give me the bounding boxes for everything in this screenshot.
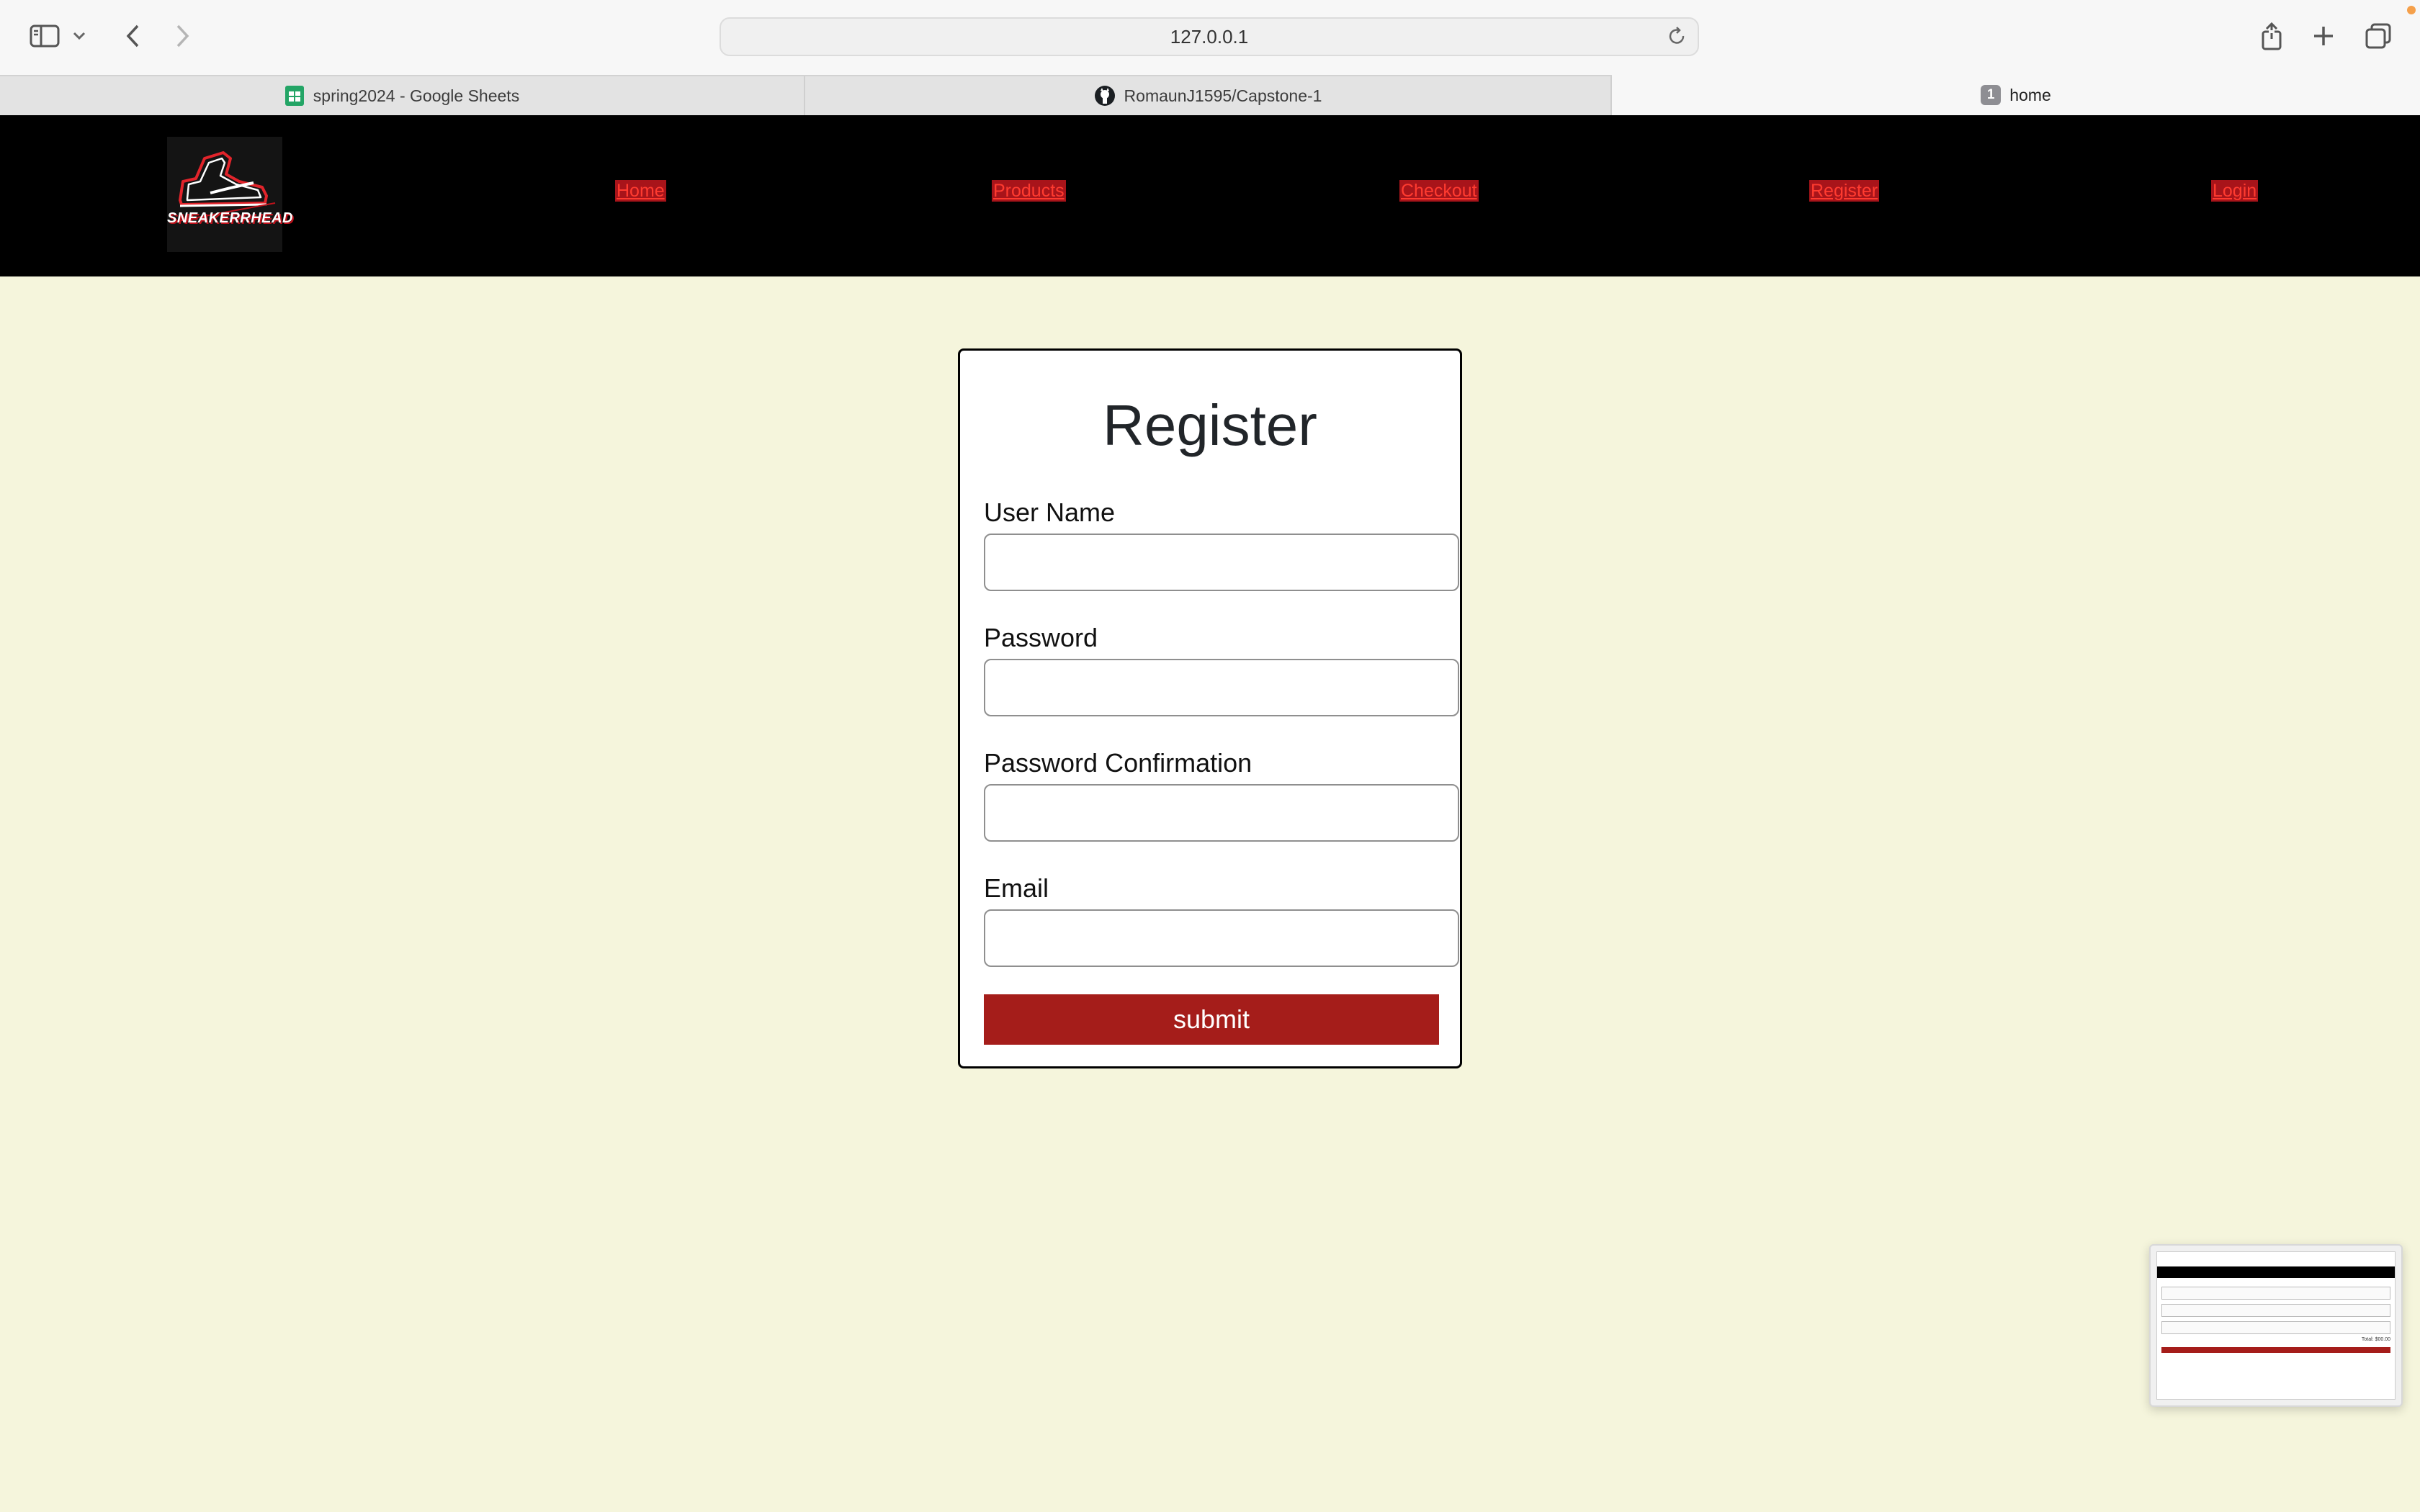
thumbnail-button	[2161, 1347, 2390, 1353]
thumbnail-navbar	[2157, 1266, 2395, 1278]
username-input[interactable]	[984, 534, 1459, 591]
window-thumbnail-preview[interactable]: Total: $00.00	[2149, 1244, 2403, 1407]
tab-label: home	[2009, 85, 2051, 104]
tab-github[interactable]: RomaunJ1595/Capstone-1	[805, 76, 1612, 115]
tab-bar: spring2024 - Google Sheets RomaunJ1595/C…	[0, 75, 2420, 115]
google-sheets-icon	[284, 85, 305, 107]
password-label: Password	[984, 623, 1098, 652]
nav-home-link[interactable]: Home	[615, 180, 666, 202]
site-navbar: SNEAKERRHEAD Home Products Checkout Regi…	[0, 115, 2420, 276]
new-tab-icon[interactable]	[2309, 22, 2338, 50]
sneaker-icon	[167, 137, 282, 252]
url-text: 127.0.0.1	[1170, 25, 1249, 48]
thumbnail-row	[2161, 1287, 2390, 1300]
address-bar[interactable]: 127.0.0.1	[720, 17, 1699, 56]
nav-login-link[interactable]: Login	[2211, 180, 2259, 202]
nav-checkout-link[interactable]: Checkout	[1399, 180, 1479, 202]
email-input[interactable]	[984, 909, 1459, 967]
tab-label: RomaunJ1595/Capstone-1	[1124, 86, 1322, 105]
thumbnail-row	[2161, 1304, 2390, 1317]
thumbnail-row	[2161, 1321, 2390, 1334]
forward-icon[interactable]	[170, 22, 196, 50]
chevron-down-icon[interactable]	[71, 27, 88, 45]
form-title: Register	[1103, 393, 1317, 457]
password-confirmation-input[interactable]	[984, 784, 1459, 842]
sidebar-toggle-icon[interactable]	[27, 22, 62, 50]
nav-register-link[interactable]: Register	[1809, 180, 1880, 202]
thumbnail-page: Total: $00.00	[2156, 1251, 2396, 1400]
tab-overview-icon[interactable]	[2362, 20, 2394, 52]
nav-products-link[interactable]: Products	[992, 180, 1066, 202]
email-label: Email	[984, 873, 1049, 903]
share-icon[interactable]	[2257, 19, 2286, 53]
tab-home[interactable]: 1 home	[1612, 75, 2420, 115]
github-icon	[1094, 85, 1116, 107]
thumbnail-total: Total: $00.00	[2361, 1337, 2390, 1342]
reload-icon[interactable]	[1666, 26, 1688, 53]
username-label: User Name	[984, 498, 1116, 527]
tab-number-badge: 1	[1981, 85, 2002, 105]
back-icon[interactable]	[120, 22, 145, 50]
password-input[interactable]	[984, 659, 1459, 716]
tab-label: spring2024 - Google Sheets	[313, 86, 520, 105]
browser-toolbar: 127.0.0.1	[0, 0, 2420, 75]
logo-text: SNEAKERRHEAD	[167, 210, 293, 226]
register-form-card: Register User Name Password Password Con…	[958, 348, 1462, 1068]
submit-button[interactable]: submit	[984, 994, 1439, 1045]
tab-google-sheets[interactable]: spring2024 - Google Sheets	[0, 76, 805, 115]
password-confirmation-label: Password Confirmation	[984, 748, 1252, 778]
notification-dot	[2407, 6, 2416, 14]
sneakerhead-logo[interactable]: SNEAKERRHEAD	[167, 137, 293, 252]
